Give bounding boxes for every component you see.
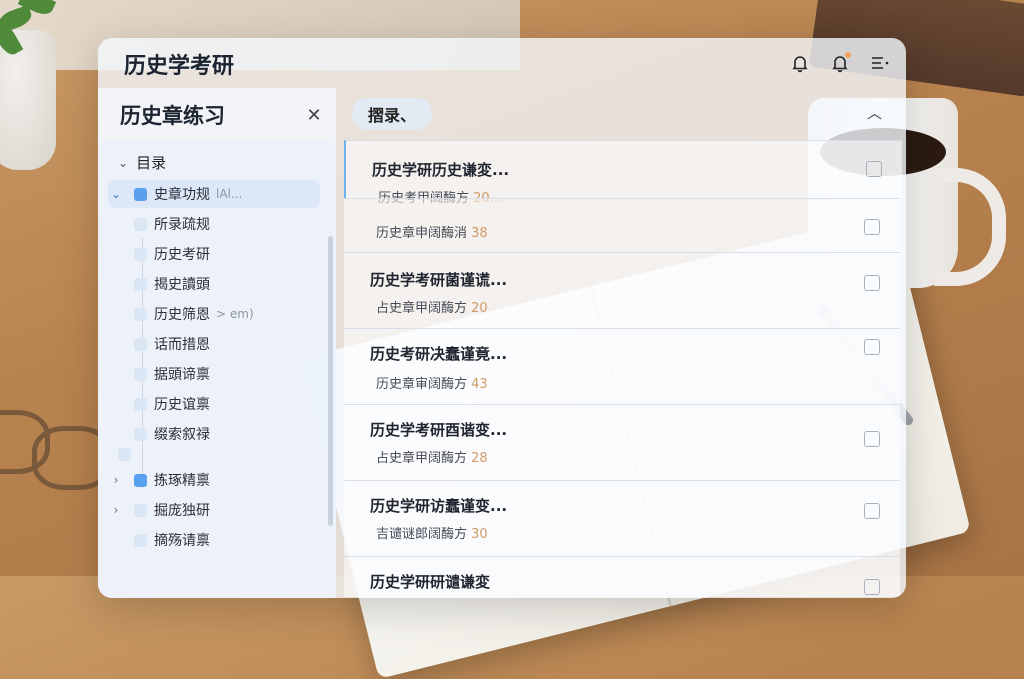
tree-header[interactable]: ⌄ 目录 bbox=[118, 152, 166, 173]
filter-pill[interactable]: 摺录、 bbox=[352, 98, 433, 130]
chapter-tree: ⌄ 目录 ⌄ 史章功规 lAl... 所录疏规 历史考研 揭史讀頭 历史筛恩 >… bbox=[98, 140, 336, 598]
tree-item-label: 话而措恩 bbox=[154, 337, 210, 353]
top-bar: 历史学考研 bbox=[98, 38, 906, 88]
question-title: 历史考研决蠢谨竟... bbox=[370, 345, 508, 363]
bell-alert-icon[interactable] bbox=[828, 51, 852, 75]
tree-item[interactable]: 历史谊禀 bbox=[108, 390, 320, 418]
tree-item[interactable]: 摘殇请禀 bbox=[108, 526, 320, 554]
question-title: 历史学考研菌谨谎... bbox=[370, 271, 508, 289]
tree-item[interactable]: 缀索叙禄 bbox=[108, 420, 320, 448]
menu-icon[interactable] bbox=[868, 51, 892, 75]
tree-item-label: 掘庞独研 bbox=[154, 503, 210, 519]
tree-item-label: 据頭谛禀 bbox=[154, 367, 210, 383]
sidebar-scrollbar[interactable] bbox=[328, 236, 333, 526]
sidebar: 历史章练习 ✕ ⌄ 目录 ⌄ 史章功规 lAl... 所录疏规 历史考研 揭史讀… bbox=[98, 88, 336, 598]
chapter-icon bbox=[134, 397, 147, 411]
close-icon[interactable]: ✕ bbox=[302, 104, 326, 128]
tree-item[interactable]: 历史筛恩 > em) bbox=[108, 300, 320, 328]
question-meta: 历史章审阔酶方 43 bbox=[376, 377, 488, 392]
question-meta: 历史章申阔酶消 38 bbox=[376, 226, 488, 241]
tree-item-label: 史章功规 bbox=[154, 187, 210, 203]
tree-item-label: 缀索叙禄 bbox=[154, 427, 210, 443]
tree-item[interactable]: ⌄ 史章功规 lAl... bbox=[108, 180, 320, 208]
tree-item[interactable]: 历史考研 bbox=[108, 240, 320, 268]
question-checkbox[interactable] bbox=[864, 219, 880, 235]
notification-dot bbox=[845, 52, 851, 58]
tree-item-extra: > em) bbox=[216, 307, 254, 321]
tree-item[interactable]: 据頭谛禀 bbox=[108, 360, 320, 388]
question-card[interactable]: 历史考研决蠢谨竟... 历史章审阔酶方 43 bbox=[344, 328, 900, 405]
tree-item[interactable]: › 拣琢精禀 bbox=[108, 466, 320, 494]
chevron-down-icon: ⌄ bbox=[110, 187, 122, 201]
bell-icon[interactable] bbox=[788, 51, 812, 75]
tree-item-label: 历史谊禀 bbox=[154, 397, 210, 413]
chapter-icon bbox=[134, 337, 147, 351]
tree-header-label: 目录 bbox=[136, 154, 167, 172]
chevron-down-icon: ⌄ bbox=[118, 155, 129, 170]
cup-handle bbox=[934, 168, 1006, 286]
chevron-right-icon: › bbox=[113, 503, 119, 517]
question-card[interactable]: 历史章申阔酶消 38 bbox=[344, 198, 900, 253]
question-card[interactable]: 历史学考研菌谨谎... 占史章甲阔酶方 20 bbox=[344, 252, 900, 329]
question-checkbox[interactable] bbox=[864, 275, 880, 291]
chapter-icon bbox=[134, 187, 147, 201]
question-card[interactable]: 历史学研研谴谦変 bbox=[344, 556, 900, 597]
question-title: 历史学考研酉谐变... bbox=[370, 421, 508, 439]
question-checkbox[interactable] bbox=[864, 339, 880, 355]
tree-item-label: 揭史讀頭 bbox=[154, 277, 210, 293]
question-card[interactable]: 历史学考研酉谐变... 占史章甲阔酶方 28 bbox=[344, 404, 900, 481]
chevron-up-icon[interactable]: ︿ bbox=[867, 102, 882, 123]
tree-item[interactable]: › 掘庞独研 bbox=[108, 496, 320, 524]
chapter-icon bbox=[134, 217, 147, 231]
sidebar-title: 历史章练习 bbox=[120, 104, 225, 128]
app-window: 历史学考研 历史章练习 ✕ ⌄ 目录 ⌄ 史章功规 lAl... 所录疏规 历史… bbox=[98, 38, 906, 598]
chapter-icon bbox=[134, 277, 147, 291]
question-title: 历史学研访蠢谨变... bbox=[370, 497, 508, 515]
tree-item-extra: lAl... bbox=[216, 187, 243, 201]
tree-item-label: 历史筛恩 bbox=[154, 307, 210, 323]
question-checkbox[interactable] bbox=[864, 503, 880, 519]
app-title: 历史学考研 bbox=[124, 54, 235, 79]
chevron-right-icon: › bbox=[113, 473, 119, 487]
question-checkbox[interactable] bbox=[864, 579, 880, 595]
top-icons bbox=[788, 51, 892, 75]
background-glasses bbox=[0, 400, 112, 490]
question-title: 历史学研研谴谦変 bbox=[370, 573, 491, 591]
question-card[interactable]: 历史学研历史谦変... 历史考甲阔酶方 20... bbox=[344, 140, 902, 206]
chapter-icon bbox=[134, 473, 147, 487]
question-meta: 占史章甲阔酶方 20 bbox=[376, 301, 488, 316]
chapter-icon bbox=[134, 503, 147, 517]
tree-item[interactable]: 所录疏规 bbox=[108, 210, 320, 238]
chapter-icon bbox=[134, 247, 147, 261]
tree-item-label: 所录疏规 bbox=[154, 217, 210, 233]
question-meta: 占史章甲阔酶方 28 bbox=[376, 451, 488, 466]
chapter-icon bbox=[134, 427, 147, 441]
question-checkbox[interactable] bbox=[864, 431, 880, 447]
question-card[interactable]: 历史学研访蠢谨变... 吉谴谜郎阔酶方 30 bbox=[344, 480, 900, 557]
tree-spacer-icon bbox=[118, 448, 131, 461]
question-meta: 吉谴谜郎阔酶方 30 bbox=[376, 527, 488, 542]
question-checkbox[interactable] bbox=[866, 161, 882, 177]
tree-item-label: 历史考研 bbox=[154, 247, 210, 263]
tree-item-label: 拣琢精禀 bbox=[154, 473, 210, 489]
background-plant bbox=[0, 0, 70, 180]
tree-item[interactable]: 话而措恩 bbox=[108, 330, 320, 358]
chapter-icon bbox=[134, 307, 147, 321]
tree-item[interactable]: 揭史讀頭 bbox=[108, 270, 320, 298]
main-panel: 摺录、 ︿ 历史学研历史谦変... 历史考甲阔酶方 20... 历史章申阔酶消 … bbox=[338, 88, 906, 598]
chapter-icon bbox=[134, 367, 147, 381]
tree-item-label: 摘殇请禀 bbox=[154, 533, 210, 549]
question-title: 历史学研历史谦変... bbox=[372, 161, 510, 179]
chapter-icon bbox=[134, 533, 147, 547]
